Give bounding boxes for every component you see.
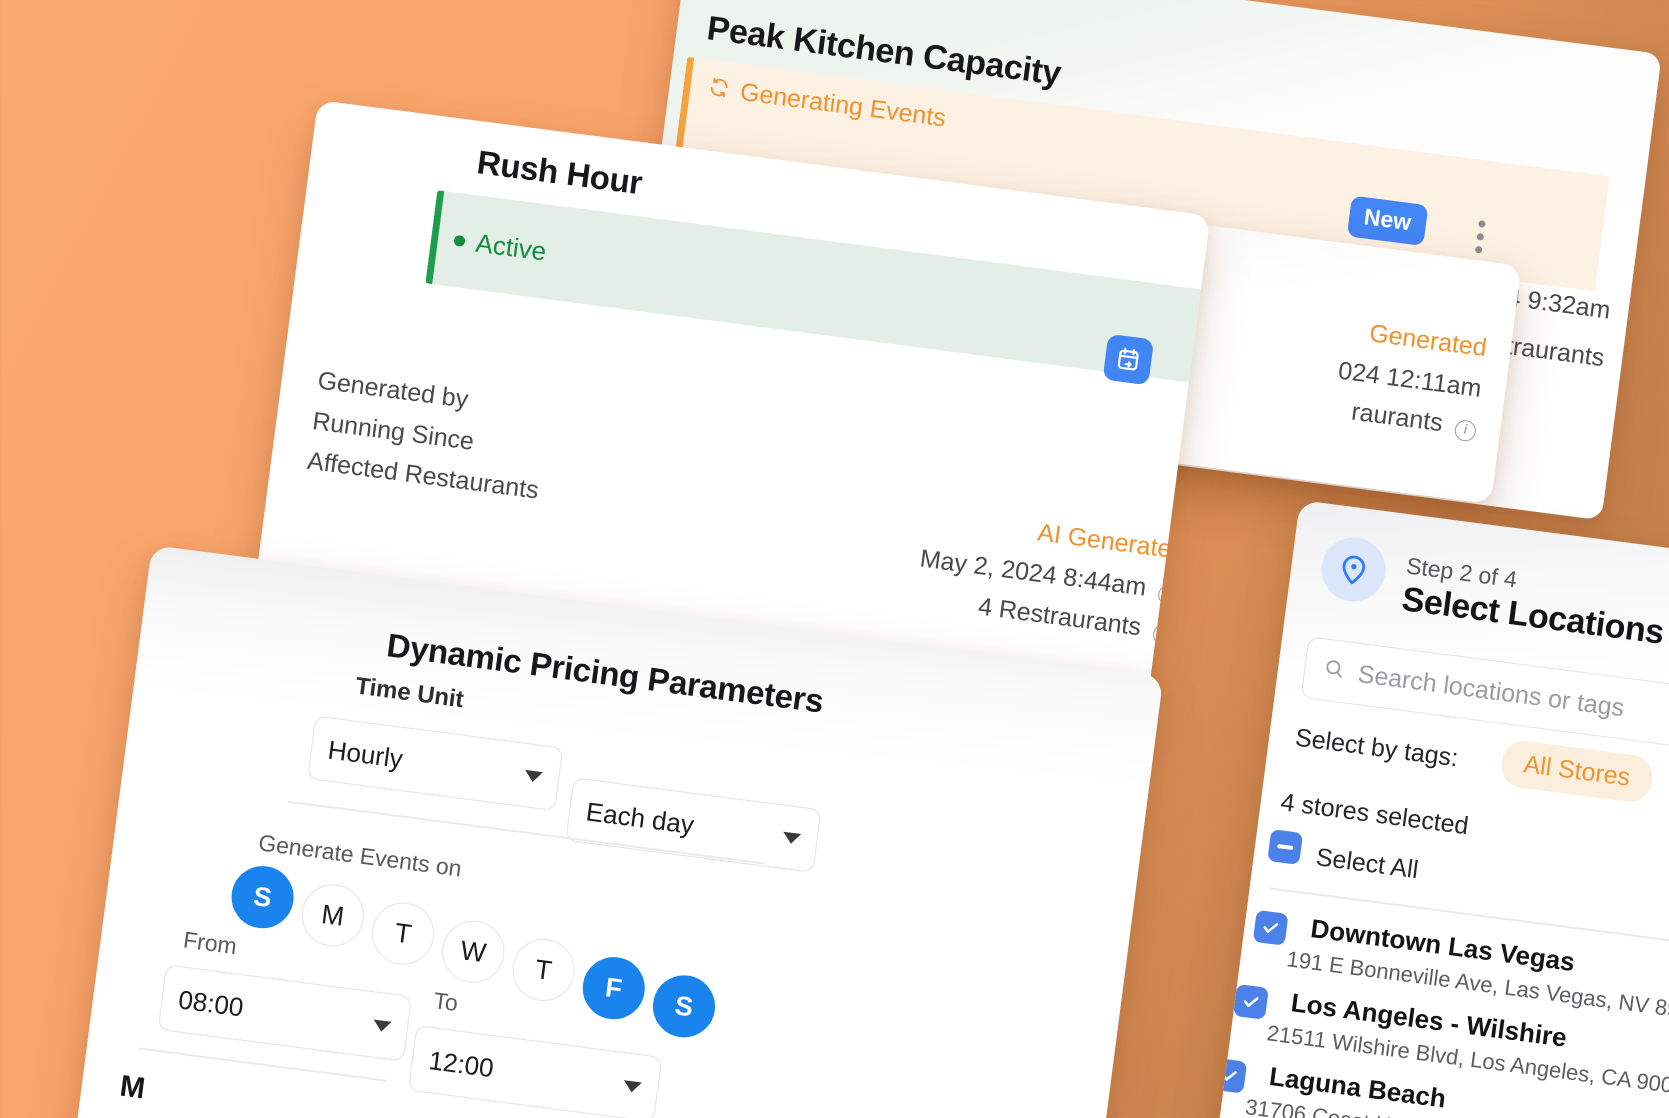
- status-dot-icon: [453, 234, 466, 247]
- generated-card-restaurants-row: raurants i: [1331, 395, 1478, 443]
- time-unit-value: Hourly: [326, 734, 405, 774]
- rush-card-status-banner: Active: [425, 190, 1211, 400]
- check-icon: [1243, 997, 1259, 1007]
- check-icon: [1222, 1071, 1237, 1081]
- tag-chip-all-stores[interactable]: All Stores: [1498, 738, 1655, 805]
- peak-card-status-label: Generating Events: [738, 77, 948, 133]
- rush-card-value-column: May 2, 2024 8:44am i 4 Restraurants i: [912, 498, 1187, 652]
- generated-card-timestamp-row: 024 12:11am: [1336, 356, 1484, 404]
- chevron-down-icon: [781, 831, 802, 845]
- info-icon[interactable]: i: [1453, 418, 1478, 443]
- time-unit-select[interactable]: Hourly: [307, 715, 564, 812]
- to-time-select[interactable]: 12:00: [407, 1025, 663, 1118]
- day-toggle-monday[interactable]: M: [298, 880, 368, 951]
- select-by-tags-label: Select by tags:: [1293, 723, 1460, 773]
- chevron-down-icon: [523, 769, 544, 783]
- frequency-select[interactable]: Each day: [565, 777, 822, 873]
- day-letter: M: [319, 898, 346, 932]
- calendar-sync-icon[interactable]: [1102, 333, 1155, 386]
- day-toggle-thursday[interactable]: T: [508, 935, 579, 1005]
- day-toggle-wednesday[interactable]: W: [438, 917, 509, 987]
- location-checkbox[interactable]: [1214, 1057, 1248, 1094]
- rush-card-status-label: Active: [474, 227, 549, 267]
- generate-events-label: Generate Events on: [256, 829, 464, 882]
- select-all-label: Select All: [1314, 843, 1420, 885]
- select-locations-card[interactable]: Step 2 of 4 Select Locations Search loca…: [1214, 500, 1669, 1118]
- refresh-icon: [707, 76, 731, 100]
- day-toggle-friday[interactable]: F: [579, 953, 649, 1023]
- day-letter: W: [458, 934, 488, 968]
- stores-selected-count: 4 stores selected: [1279, 788, 1471, 841]
- day-letter: S: [251, 880, 274, 913]
- to-label: To: [432, 987, 460, 1017]
- generated-card-meta: Generated 024 12:11am raurants i: [1331, 316, 1488, 443]
- generated-card-timestamp: 024 12:11am: [1336, 356, 1484, 403]
- rush-card-title: Rush Hour: [475, 143, 645, 202]
- from-time-value: 08:00: [176, 983, 246, 1022]
- to-time-value: 12:00: [427, 1044, 496, 1083]
- pricing-card-footer-partial: M: [117, 1069, 147, 1106]
- select-all-checkbox[interactable]: [1267, 829, 1304, 865]
- location-checkbox[interactable]: [1252, 909, 1289, 946]
- chevron-down-icon: [372, 1019, 392, 1033]
- day-toggle-saturday[interactable]: S: [649, 971, 719, 1042]
- rush-card-label-column: Generated by Running Since Affected Rest…: [305, 360, 552, 510]
- info-icon[interactable]: i: [1151, 623, 1176, 647]
- from-label: From: [181, 926, 239, 960]
- map-pin-icon: [1317, 533, 1390, 606]
- info-icon[interactable]: i: [1157, 582, 1181, 607]
- location-checkbox[interactable]: [1233, 983, 1269, 1020]
- generated-card-status-label: Generated: [1367, 319, 1489, 363]
- chevron-down-icon: [622, 1079, 642, 1093]
- generated-card-restaurants: raurants: [1349, 397, 1445, 438]
- search-icon: [1322, 656, 1347, 686]
- day-toggle-sunday[interactable]: S: [227, 862, 298, 932]
- day-letter: T: [392, 917, 414, 950]
- day-letter: F: [603, 971, 624, 1004]
- time-unit-label: Time Unit: [353, 672, 466, 714]
- search-placeholder: Search locations or tags: [1356, 659, 1626, 722]
- from-time-select[interactable]: 08:00: [157, 964, 413, 1062]
- day-letter: S: [673, 989, 695, 1022]
- tag-chip-label: All Stores: [1522, 750, 1632, 792]
- day-toggle-tuesday[interactable]: T: [368, 898, 438, 969]
- check-icon: [1263, 923, 1279, 933]
- indeterminate-dash-icon: [1276, 843, 1294, 850]
- locations-card-title: Select Locations: [1399, 580, 1667, 652]
- day-letter: T: [533, 953, 554, 986]
